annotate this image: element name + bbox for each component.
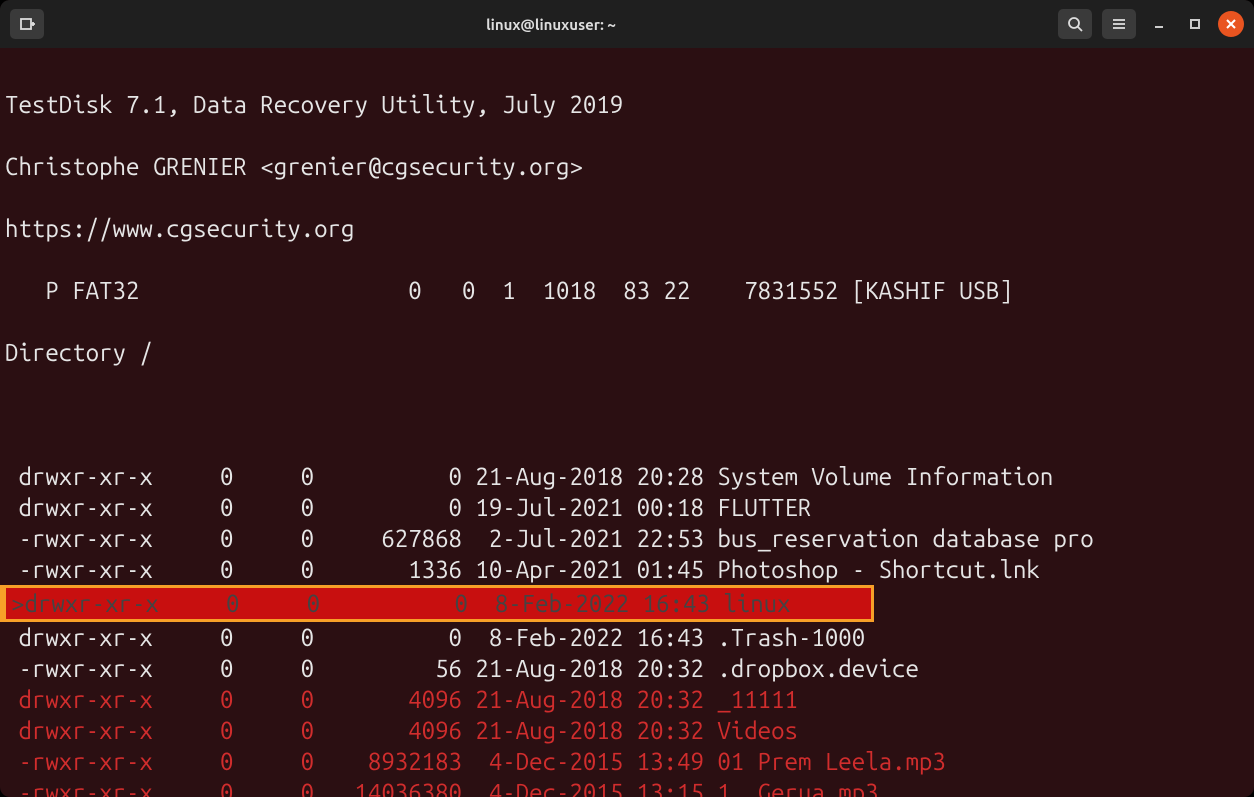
file-row-deleted[interactable]: drwxr-xr-x 0 0 4096 21-Aug-2018 20:32 _1…: [5, 684, 1254, 715]
header-line-2: Christophe GRENIER <grenier@cgsecurity.o…: [5, 151, 1254, 182]
file-row[interactable]: drwxr-xr-x 0 0 0 19-Jul-2021 00:18 FLUTT…: [5, 492, 1254, 523]
header-line-3: https://www.cgsecurity.org: [5, 213, 1254, 244]
window-title: linux@linuxuser: ~: [486, 16, 616, 33]
file-row-deleted[interactable]: -rwxr-xr-x 0 0 14036380 4-Dec-2015 13:15…: [5, 777, 1254, 797]
file-row[interactable]: -rwxr-xr-x 0 0 627868 2-Jul-2021 22:53 b…: [5, 523, 1254, 554]
file-row-deleted[interactable]: -rwxr-xr-x 0 0 8932183 4-Dec-2015 13:49 …: [5, 746, 1254, 777]
menu-button[interactable]: [1102, 9, 1136, 39]
file-row[interactable]: -rwxr-xr-x 0 0 1336 10-Apr-2021 01:45 Ph…: [5, 554, 1254, 585]
titlebar: linux@linuxuser: ~: [0, 0, 1254, 48]
directory-line: Directory /: [5, 337, 1254, 368]
search-button[interactable]: [1058, 9, 1092, 39]
partition-line: P FAT32 0 0 1 1018 83 22 7831552 [KASHIF…: [5, 275, 1254, 306]
file-row[interactable]: drwxr-xr-x 0 0 0 8-Feb-2022 16:43 .Trash…: [5, 622, 1254, 653]
minimize-button[interactable]: [1146, 11, 1172, 37]
terminal-window: linux@linuxuser: ~ TestDisk 7.1, Data Re…: [0, 0, 1254, 797]
new-tab-button[interactable]: [10, 9, 44, 39]
blank-line: [5, 399, 1254, 430]
file-row[interactable]: drwxr-xr-x 0 0 0 21-Aug-2018 20:28 Syste…: [5, 461, 1254, 492]
file-row-deleted[interactable]: drwxr-xr-x 0 0 4096 21-Aug-2018 20:32 Vi…: [5, 715, 1254, 746]
file-list[interactable]: drwxr-xr-x 0 0 0 21-Aug-2018 20:28 Syste…: [5, 461, 1254, 797]
terminal-content[interactable]: TestDisk 7.1, Data Recovery Utility, Jul…: [0, 48, 1254, 797]
header-line-1: TestDisk 7.1, Data Recovery Utility, Jul…: [5, 89, 1254, 120]
file-row-selected[interactable]: >drwxr-xr-x 0 0 0 8-Feb-2022 16:43 linux: [5, 585, 1254, 622]
close-button[interactable]: [1218, 11, 1244, 37]
maximize-button[interactable]: [1182, 11, 1208, 37]
file-row[interactable]: -rwxr-xr-x 0 0 56 21-Aug-2018 20:32 .dro…: [5, 653, 1254, 684]
